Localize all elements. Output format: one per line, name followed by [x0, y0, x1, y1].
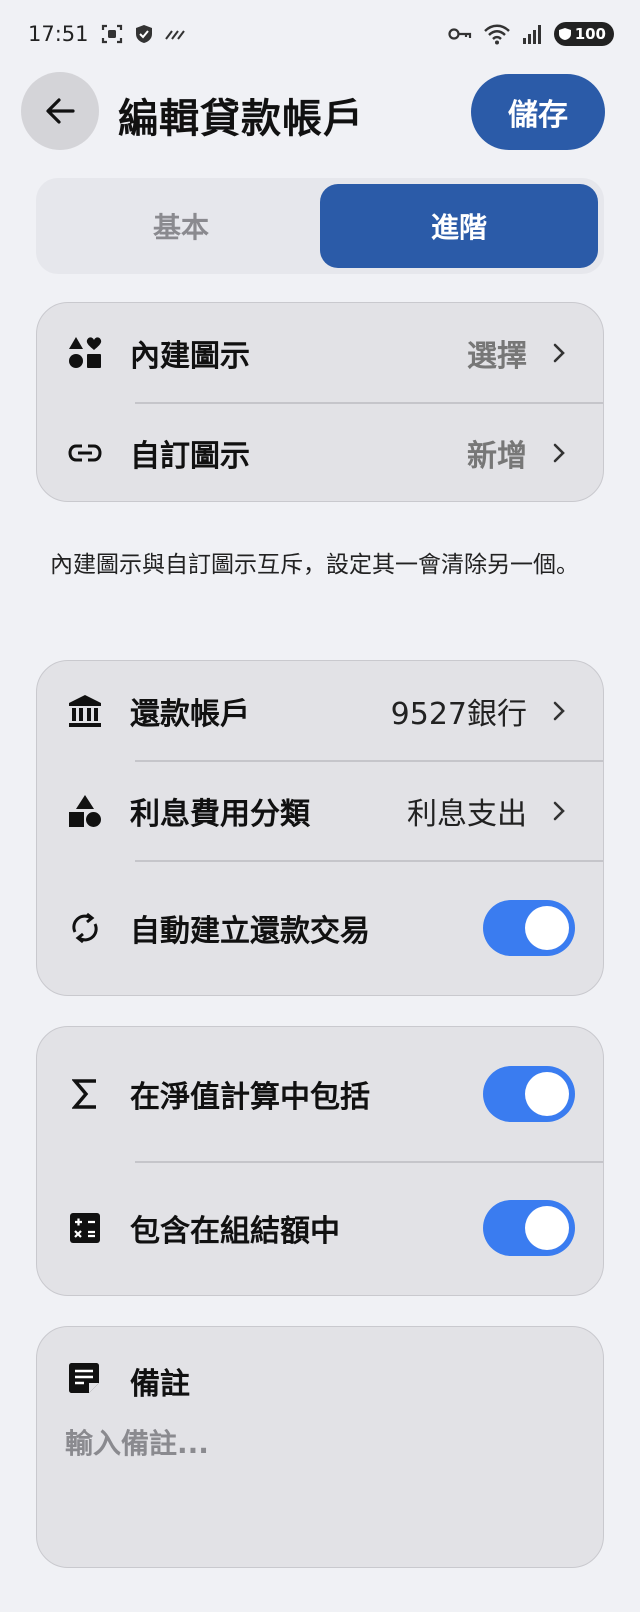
auto-create-row: 自動建立還款交易 — [37, 861, 603, 995]
auto-create-toggle[interactable] — [483, 900, 575, 956]
signal-icon — [522, 24, 542, 44]
interest-category-row[interactable]: 利息費用分類 利息支出 — [37, 761, 603, 861]
notes-input[interactable] — [65, 1423, 565, 1463]
sync-icon — [67, 910, 103, 946]
tab-basic[interactable]: 基本 — [42, 184, 320, 268]
interest-category-label: 利息費用分類 — [130, 797, 310, 832]
sigma-icon — [67, 1076, 103, 1112]
page-title: 編輯貸款帳戶 — [118, 96, 364, 142]
note-icon — [67, 1361, 103, 1397]
custom-icon-value: 新增 — [467, 439, 527, 474]
builtin-icon-value: 選擇 — [467, 339, 527, 374]
status-bar: 17:51 100 — [0, 0, 640, 68]
link-icon — [67, 435, 103, 471]
save-button[interactable]: 儲存 — [471, 74, 605, 150]
category-icon — [67, 793, 103, 829]
back-button[interactable] — [21, 72, 99, 150]
toggle-knob — [525, 906, 569, 950]
screenshot-icon — [101, 24, 123, 44]
status-time: 17:51 — [28, 22, 89, 46]
notes-card: 備註 — [36, 1326, 604, 1568]
totals-settings-card: 在淨值計算中包括 包含在組結額中 — [36, 1026, 604, 1296]
net-worth-label: 在淨值計算中包括 — [130, 1080, 370, 1115]
group-total-label: 包含在組結額中 — [130, 1214, 340, 1249]
group-total-row: 包含在組結額中 — [37, 1161, 603, 1295]
bank-icon — [67, 693, 103, 729]
auto-create-label: 自動建立還款交易 — [130, 914, 370, 949]
status-right: 100 — [448, 22, 614, 46]
group-total-toggle[interactable] — [483, 1200, 575, 1256]
repayment-account-label: 還款帳戶 — [130, 697, 250, 732]
edit-loan-account-screen: 17:51 100 編輯貸款帳戶 儲存 基本 進階 內建圖示 選擇 自訂圖示 新… — [0, 0, 640, 1612]
builtin-icon-label: 內建圖示 — [130, 339, 250, 374]
arrow-back-icon — [46, 98, 75, 124]
net-worth-row: 在淨值計算中包括 — [37, 1027, 603, 1161]
data-saver-icon — [164, 27, 185, 41]
custom-icon-label: 自訂圖示 — [130, 439, 250, 474]
status-left: 17:51 — [28, 22, 185, 46]
icon-settings-card: 內建圖示 選擇 自訂圖示 新增 — [36, 302, 604, 502]
battery-indicator: 100 — [553, 22, 614, 46]
builtin-icon-row[interactable]: 內建圖示 選擇 — [37, 303, 603, 403]
icon-hint-text: 內建圖示與自訂圖示互斥，設定其一會清除另一個。 — [50, 552, 579, 578]
chevron-right-icon — [553, 801, 565, 821]
calculator-icon — [67, 1210, 103, 1246]
repayment-account-row[interactable]: 還款帳戶 9527銀行 — [37, 661, 603, 761]
key-icon — [448, 27, 472, 41]
toggle-knob — [525, 1072, 569, 1116]
chevron-right-icon — [553, 701, 565, 721]
toggle-knob — [525, 1206, 569, 1250]
battery-shield-icon — [558, 28, 571, 40]
chevron-right-icon — [553, 443, 565, 463]
chevron-right-icon — [553, 343, 565, 363]
repayment-account-value: 9527銀行 — [390, 697, 527, 732]
battery-level: 100 — [574, 25, 606, 43]
custom-icon-row[interactable]: 自訂圖示 新增 — [37, 403, 603, 501]
wifi-icon — [483, 23, 510, 45]
tab-advanced[interactable]: 進階 — [320, 184, 598, 268]
app-header: 編輯貸款帳戶 儲存 — [0, 70, 640, 152]
net-worth-toggle[interactable] — [483, 1066, 575, 1122]
interest-category-value: 利息支出 — [407, 797, 527, 832]
shield-icon — [135, 24, 153, 44]
tab-switcher: 基本 進階 — [36, 178, 604, 274]
repayment-settings-card: 還款帳戶 9527銀行 利息費用分類 利息支出 自動建立還款交易 — [36, 660, 604, 996]
notes-title: 備註 — [130, 1367, 190, 1402]
shapes-icon — [67, 335, 103, 371]
